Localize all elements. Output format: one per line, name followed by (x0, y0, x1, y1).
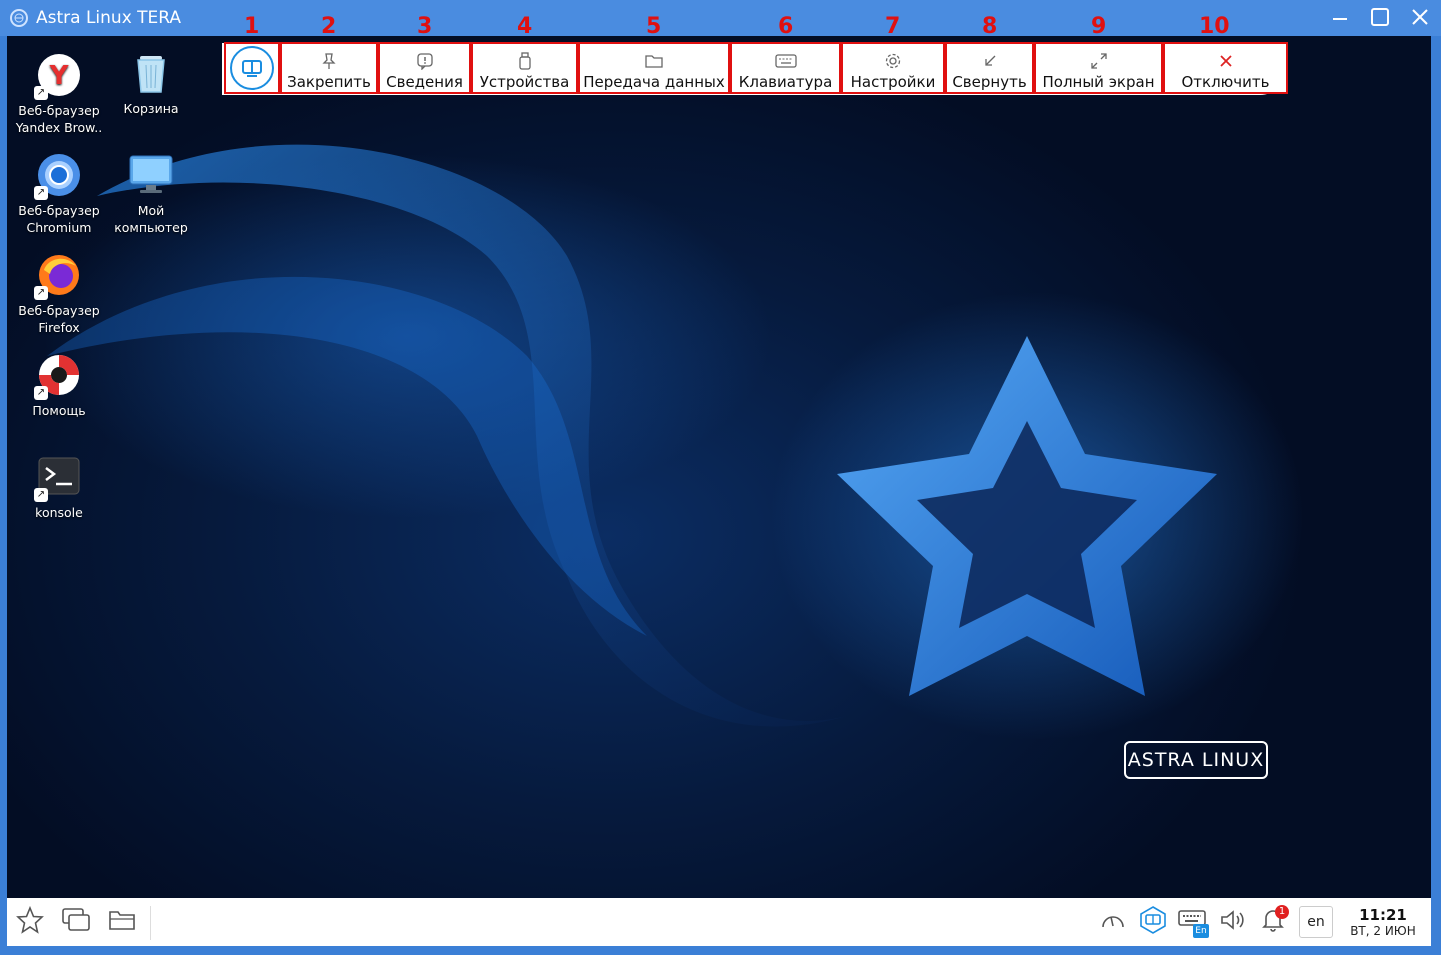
minimize-arrow-icon (983, 51, 997, 71)
desktop-icon-yandex-browser[interactable]: Y ↗ Веб-браузер Yandex Brow.. (9, 52, 109, 136)
toolbar-devices-button[interactable]: 4 Устройства (471, 14, 578, 94)
desktop-icon-label: Веб-браузер Chromium (18, 203, 100, 235)
system-tray: En 1 en 11:21 ВТ, 2 ИЮН (1093, 903, 1421, 941)
desktop-icon-label: konsole (35, 505, 83, 520)
clock[interactable]: 11:21 ВТ, 2 ИЮН (1345, 906, 1421, 938)
star-icon (16, 905, 44, 938)
toolbar-button-label: Настройки (850, 73, 936, 91)
callout-number: 1 (244, 14, 260, 39)
tray-performance-button[interactable] (1093, 903, 1133, 941)
toolbar-home-button[interactable]: 1 (224, 14, 280, 94)
help-lifebuoy-icon: ↗ (34, 352, 82, 400)
usb-device-icon (518, 51, 532, 71)
gear-icon (884, 51, 902, 71)
window-title: Astra Linux TERA (36, 8, 182, 28)
info-icon (416, 51, 434, 71)
tray-tera-button[interactable] (1133, 903, 1173, 941)
desktop-icon-label: Веб-браузер Firefox (18, 303, 100, 335)
window-border-bottom (0, 946, 1441, 955)
toolbar-button-label: Полный экран (1042, 73, 1155, 91)
folder-icon (108, 908, 136, 936)
toolbar-keyboard-button[interactable]: 6 Клавиатура (730, 14, 841, 94)
astra-logo-text: ASTRA LINUX (1127, 749, 1265, 771)
toolbar-button-label: Устройства (479, 73, 570, 91)
toolbar-fullscreen-button[interactable]: 9 Полный экран (1034, 14, 1163, 94)
pin-icon (321, 51, 337, 71)
fullscreen-icon (1090, 51, 1108, 71)
windows-icon (61, 907, 91, 937)
callout-number: 6 (778, 14, 794, 39)
window-border-right (1431, 36, 1441, 946)
callout-number: 8 (982, 14, 998, 39)
tray-keyboard-button[interactable]: En (1173, 903, 1213, 941)
desktop-icon-help[interactable]: ↗ Помощь (9, 352, 109, 419)
toolbar-data-transfer-button[interactable]: 5 Передача данных (578, 14, 730, 94)
taskbar: En 1 en 11:21 ВТ, 2 ИЮН (7, 898, 1431, 946)
taskbar-separator (150, 906, 151, 940)
clock-time: 11:21 (1359, 906, 1407, 924)
trash-icon (128, 50, 174, 96)
desktop-icon-label: Помощь (32, 403, 86, 418)
astra-linux-logo: ASTRA LINUX (1124, 741, 1268, 779)
callout-number: 7 (885, 14, 901, 39)
start-menu-button[interactable] (11, 904, 49, 940)
chromium-icon: ↗ (34, 152, 82, 200)
desktop-icon-label: Веб-браузер Yandex Brow.. (15, 103, 103, 135)
callout-number: 9 (1091, 14, 1107, 39)
clock-date: ВТ, 2 ИЮН (1350, 924, 1416, 938)
remote-desktop[interactable]: Y ↗ Веб-браузер Yandex Brow.. Корзина ↗ … (7, 36, 1431, 898)
terminal-icon: ↗ (34, 454, 82, 502)
firefox-icon: ↗ (34, 252, 82, 300)
callout-number: 2 (321, 14, 337, 39)
keyboard-icon (774, 51, 797, 71)
toolbar-button-label: Передача данных (583, 73, 725, 91)
tray-volume-button[interactable] (1213, 903, 1253, 941)
callout-number: 3 (417, 14, 433, 39)
close-icon (1219, 51, 1233, 71)
toolbar-info-button[interactable]: 3 Сведения (378, 14, 471, 94)
toolbar-button-label: Сведения (386, 73, 463, 91)
toolbar-pin-button[interactable]: 2 Закрепить (280, 14, 378, 94)
desktop-icon-firefox[interactable]: ↗ Веб-браузер Firefox (9, 252, 109, 336)
desktop-icon-label: Мой компьютер (114, 203, 188, 235)
desktop-icon-chromium[interactable]: ↗ Веб-браузер Chromium (9, 152, 109, 236)
window-border-left (0, 36, 7, 946)
toolbar-settings-button[interactable]: 7 Настройки (841, 14, 945, 94)
desktop-icon-my-computer[interactable]: Мой компьютер (101, 152, 201, 236)
svg-text:Y: Y (49, 61, 70, 91)
toolbar-disconnect-button[interactable]: 10 Отключить (1163, 14, 1288, 94)
toolbar-minimize-button[interactable]: 8 Свернуть (945, 14, 1034, 94)
language-indicator[interactable]: en (1299, 906, 1333, 938)
yandex-browser-icon: Y ↗ (34, 52, 82, 100)
toolbar-button-label: Закрепить (287, 73, 371, 91)
toolbar-button-label: Клавиатура (738, 73, 833, 91)
tray-notifications-button[interactable]: 1 (1253, 903, 1293, 941)
toolbar-button-label: Отключить (1181, 73, 1270, 91)
tera-logo-icon (1139, 906, 1167, 938)
task-switcher-button[interactable] (57, 904, 95, 940)
keyboard-layout-badge: En (1193, 924, 1209, 938)
window-maximize-button[interactable] (1367, 4, 1393, 30)
speedometer-icon (1100, 908, 1126, 936)
callout-number: 4 (517, 14, 533, 39)
notification-badge: 1 (1275, 905, 1289, 919)
desktop-icon-label: Корзина (123, 101, 179, 116)
callout-number: 10 (1199, 14, 1230, 39)
file-manager-button[interactable] (103, 904, 141, 940)
desktop-icon-konsole[interactable]: ↗ konsole (9, 454, 109, 521)
folder-icon (644, 51, 664, 71)
toolbar-button-label: Свернуть (952, 73, 1027, 91)
my-computer-icon (128, 152, 174, 198)
window-minimize-button[interactable] (1327, 4, 1353, 30)
app-globe-icon (10, 9, 28, 27)
callout-number: 5 (646, 14, 662, 39)
speaker-icon (1219, 908, 1247, 936)
window-close-button[interactable] (1407, 4, 1433, 30)
desktop-icon-trash[interactable]: Корзина (101, 50, 201, 117)
session-toolbar: 1 2 Закрепить 3 Сведения 4 Устройства 5 … (222, 14, 1288, 97)
tera-logo-icon (230, 46, 274, 90)
